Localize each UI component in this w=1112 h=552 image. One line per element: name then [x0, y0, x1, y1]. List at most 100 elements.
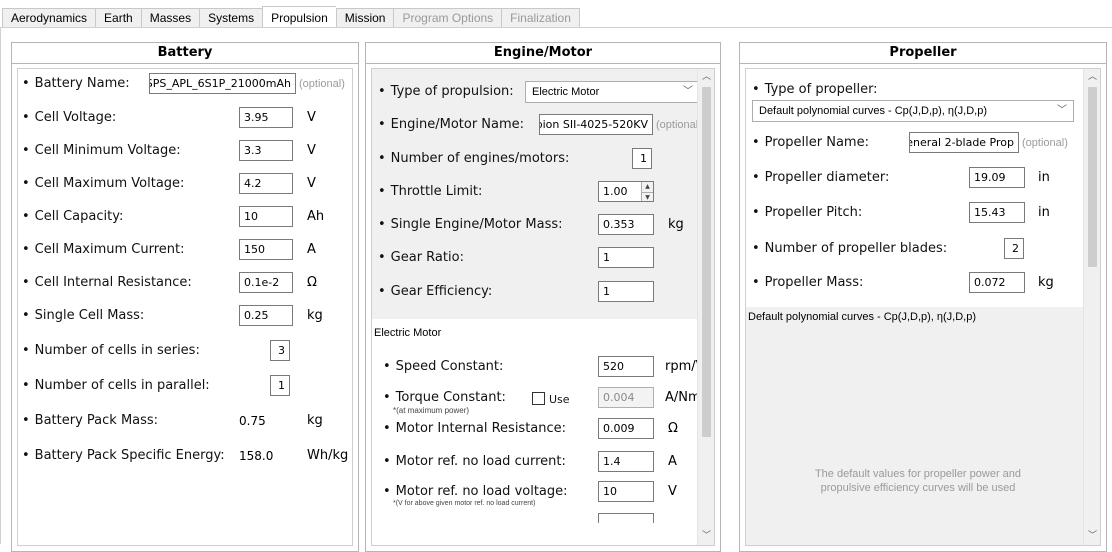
cell-mass-row: Single Cell Mass: 0.25 kg: [18, 305, 352, 329]
cell-max-current-unit: A: [307, 242, 316, 257]
checkbox-icon[interactable]: [532, 392, 545, 405]
tab-propulsion[interactable]: Propulsion: [262, 6, 336, 28]
cells-series-label: Number of cells in series:: [22, 343, 200, 358]
propeller-title: Propeller: [740, 43, 1106, 64]
tab-systems[interactable]: Systems: [199, 8, 263, 28]
propeller-scrollbar[interactable]: ︿ ﹀: [1083, 69, 1100, 545]
motor-resistance-label: Motor Internal Resistance:: [383, 421, 566, 436]
propeller-curves-info: The default values for propeller power a…: [814, 468, 1022, 494]
noload-current-input[interactable]: 1.4: [598, 451, 654, 472]
engine-name-input[interactable]: Scorpion SII-4025-520KV: [539, 114, 653, 135]
noload-current-row: Motor ref. no load current: 1.4 A: [372, 451, 714, 475]
cell-mass-unit: kg: [307, 308, 323, 323]
engine-scrollbar[interactable]: ︿ ﹀: [697, 69, 714, 545]
propeller-blades-input[interactable]: 2: [1004, 238, 1024, 259]
tab-aerodynamics[interactable]: Aerodynamics: [2, 8, 96, 28]
cell-voltage-input[interactable]: 3.95: [239, 107, 293, 128]
gear-efficiency-row: Gear Efficiency: 1: [372, 281, 714, 305]
noload-voltage-unit: V: [668, 484, 677, 499]
gear-ratio-row: Gear Ratio: 1: [372, 247, 714, 271]
noload-current-unit: A: [668, 454, 677, 469]
cell-max-voltage-input[interactable]: 4.2: [239, 173, 293, 194]
noload-voltage-input[interactable]: 10: [598, 481, 654, 502]
cell-max-current-row: Cell Maximum Current: 150 A: [18, 239, 352, 263]
propeller-curves-area: [746, 307, 1083, 545]
motor-resistance-row: Motor Internal Resistance: 0.009 Ω: [372, 418, 714, 442]
pack-energy-row: Battery Pack Specific Energy: 158.0 Wh/k…: [18, 445, 352, 469]
spin-up-icon[interactable]: ▲: [642, 182, 653, 192]
cutoff-input[interactable]: [598, 513, 654, 523]
battery-name-label: Battery Name:: [22, 76, 130, 91]
electric-motor-section-label: Electric Motor: [374, 327, 442, 339]
tab-bar: Aerodynamics Earth Masses Systems Propul…: [2, 6, 580, 28]
propeller-name-optional: (optional): [1022, 137, 1068, 149]
throttle-row: Throttle Limit: 1.00 ▲ ▼: [372, 181, 714, 205]
propeller-name-input[interactable]: General 2-blade Prop: [909, 132, 1019, 153]
cell-min-voltage-unit: V: [307, 143, 316, 158]
propeller-type-select[interactable]: Default polynomial curves - Cp(J,D,p), η…: [752, 100, 1074, 122]
cell-max-voltage-label: Cell Maximum Voltage:: [22, 176, 185, 191]
propeller-diameter-unit: in: [1038, 170, 1050, 185]
propulsion-type-value: Electric Motor: [532, 86, 600, 98]
scroll-up-icon[interactable]: ︿: [1084, 69, 1100, 86]
tab-masses[interactable]: Masses: [140, 8, 200, 28]
spin-down-icon[interactable]: ▼: [642, 191, 653, 201]
cell-max-current-input[interactable]: 150: [239, 239, 293, 260]
cell-mass-label: Single Cell Mass:: [22, 308, 145, 323]
throttle-value: 1.00: [603, 185, 628, 198]
speed-constant-input[interactable]: 520: [598, 356, 654, 377]
cell-resistance-input[interactable]: 0.1e-2: [239, 272, 293, 293]
pack-energy-value: 158.0: [239, 449, 274, 463]
cell-mass-input[interactable]: 0.25: [239, 305, 293, 326]
battery-name-input[interactable]: SPS_APL_6S1P_21000mAh: [149, 73, 296, 94]
noload-voltage-note: *(V for above given motor ref. no load c…: [393, 500, 536, 507]
tab-mission[interactable]: Mission: [335, 8, 394, 28]
gear-efficiency-input[interactable]: 1: [598, 281, 654, 302]
chevron-down-icon: ﹀: [683, 86, 693, 97]
propeller-mass-row: Propeller Mass: 0.072 kg: [746, 272, 1100, 296]
cell-resistance-label: Cell Internal Resistance:: [22, 275, 192, 290]
cells-series-input[interactable]: 3: [270, 340, 290, 361]
engine-scroll-thumb[interactable]: [702, 87, 711, 437]
engine-count-input[interactable]: 1: [632, 148, 652, 169]
propeller-pitch-input[interactable]: 15.43: [969, 202, 1025, 223]
throttle-spin-buttons[interactable]: ▲ ▼: [641, 182, 653, 201]
engine-mass-input[interactable]: 0.353: [598, 214, 654, 235]
cell-min-voltage-input[interactable]: 3.3: [239, 140, 293, 161]
engine-name-label: Engine/Motor Name:: [378, 117, 524, 132]
pack-mass-label: Battery Pack Mass:: [22, 413, 158, 428]
propeller-pitch-label: Propeller Pitch:: [752, 205, 863, 220]
torque-constant-label: Torque Constant:: [383, 390, 506, 405]
cell-capacity-input[interactable]: 10: [239, 206, 293, 227]
pack-mass-unit: kg: [307, 413, 323, 428]
propeller-panel: Propeller Type of propeller: Default pol…: [739, 42, 1107, 552]
cell-voltage-unit: V: [307, 110, 316, 125]
battery-fields: Battery Name: SPS_APL_6S1P_21000mAh (opt…: [17, 68, 353, 546]
propulsion-type-select[interactable]: Electric Motor ﹀: [525, 81, 700, 103]
speed-constant-row: Speed Constant: 520 rpm/V: [372, 356, 714, 380]
throttle-spinner[interactable]: 1.00 ▲ ▼: [598, 181, 654, 202]
engine-count-row: Number of engines/motors: 1: [372, 148, 714, 172]
tab-earth[interactable]: Earth: [95, 8, 141, 28]
scroll-up-icon[interactable]: ︿: [698, 69, 714, 86]
cell-resistance-unit: Ω: [307, 275, 317, 290]
propeller-fields: Type of propeller: Default polynomial cu…: [745, 68, 1101, 546]
gear-ratio-input[interactable]: 1: [598, 247, 654, 268]
scroll-down-icon[interactable]: ﹀: [1084, 528, 1100, 545]
torque-constant-note: *(at maximum power): [393, 406, 470, 415]
cell-capacity-row: Cell Capacity: 10 Ah: [18, 206, 352, 230]
pack-energy-label: Battery Pack Specific Energy:: [22, 448, 225, 463]
propeller-diameter-input[interactable]: 19.09: [969, 167, 1025, 188]
cells-parallel-input[interactable]: 1: [270, 375, 290, 396]
propeller-scroll-thumb[interactable]: [1088, 87, 1097, 267]
cells-parallel-row: Number of cells in parallel: 1: [18, 375, 352, 399]
cell-resistance-row: Cell Internal Resistance: 0.1e-2 Ω: [18, 272, 352, 296]
torque-use-checkbox[interactable]: Use: [532, 392, 570, 406]
propulsion-type-label: Type of propulsion:: [378, 84, 514, 99]
propeller-mass-input[interactable]: 0.072: [969, 272, 1025, 293]
battery-panel: Battery Battery Name: SPS_APL_6S1P_21000…: [11, 42, 359, 552]
cells-parallel-label: Number of cells in parallel:: [22, 378, 210, 393]
motor-resistance-input[interactable]: 0.009: [598, 418, 654, 439]
scroll-down-icon[interactable]: ﹀: [698, 528, 714, 545]
chevron-down-icon: ﹀: [1057, 105, 1067, 116]
